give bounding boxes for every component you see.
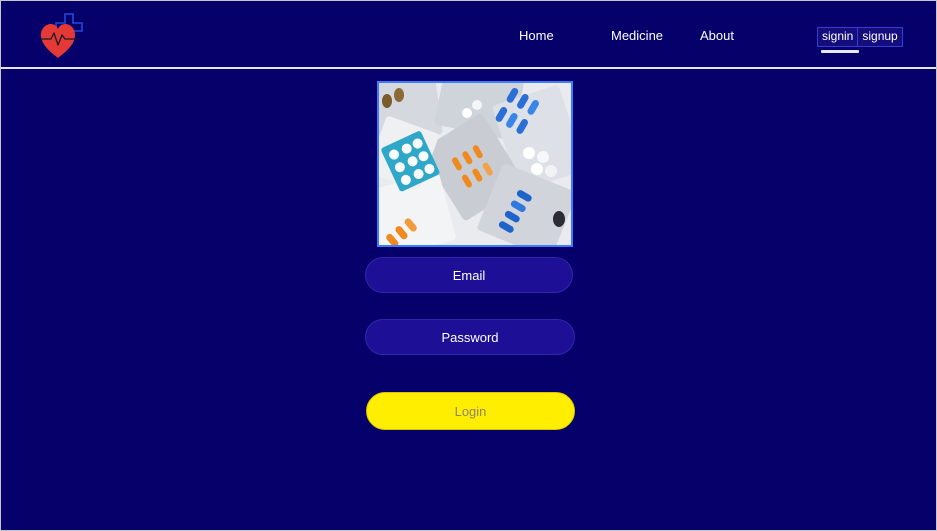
page: Home Medicine About signin signup Email … bbox=[0, 0, 937, 531]
nav-home-link[interactable]: Home bbox=[519, 27, 554, 45]
nav-about-link[interactable]: About bbox=[700, 27, 734, 45]
email-input[interactable] bbox=[365, 257, 573, 293]
pills-photo-icon bbox=[379, 83, 571, 245]
auth-button-group: signin signup bbox=[817, 27, 903, 47]
medicine-pills-image bbox=[377, 81, 573, 247]
password-input[interactable] bbox=[365, 319, 575, 355]
active-tab-indicator bbox=[821, 50, 859, 53]
signin-button[interactable]: signin bbox=[818, 28, 859, 46]
login-button[interactable]: Login bbox=[366, 392, 575, 430]
signup-button[interactable]: signup bbox=[858, 28, 901, 46]
nav-medicine-link[interactable]: Medicine bbox=[611, 27, 663, 45]
heart-pulse-logo-icon[interactable] bbox=[39, 11, 91, 61]
header: Home Medicine About signin signup bbox=[1, 1, 936, 69]
